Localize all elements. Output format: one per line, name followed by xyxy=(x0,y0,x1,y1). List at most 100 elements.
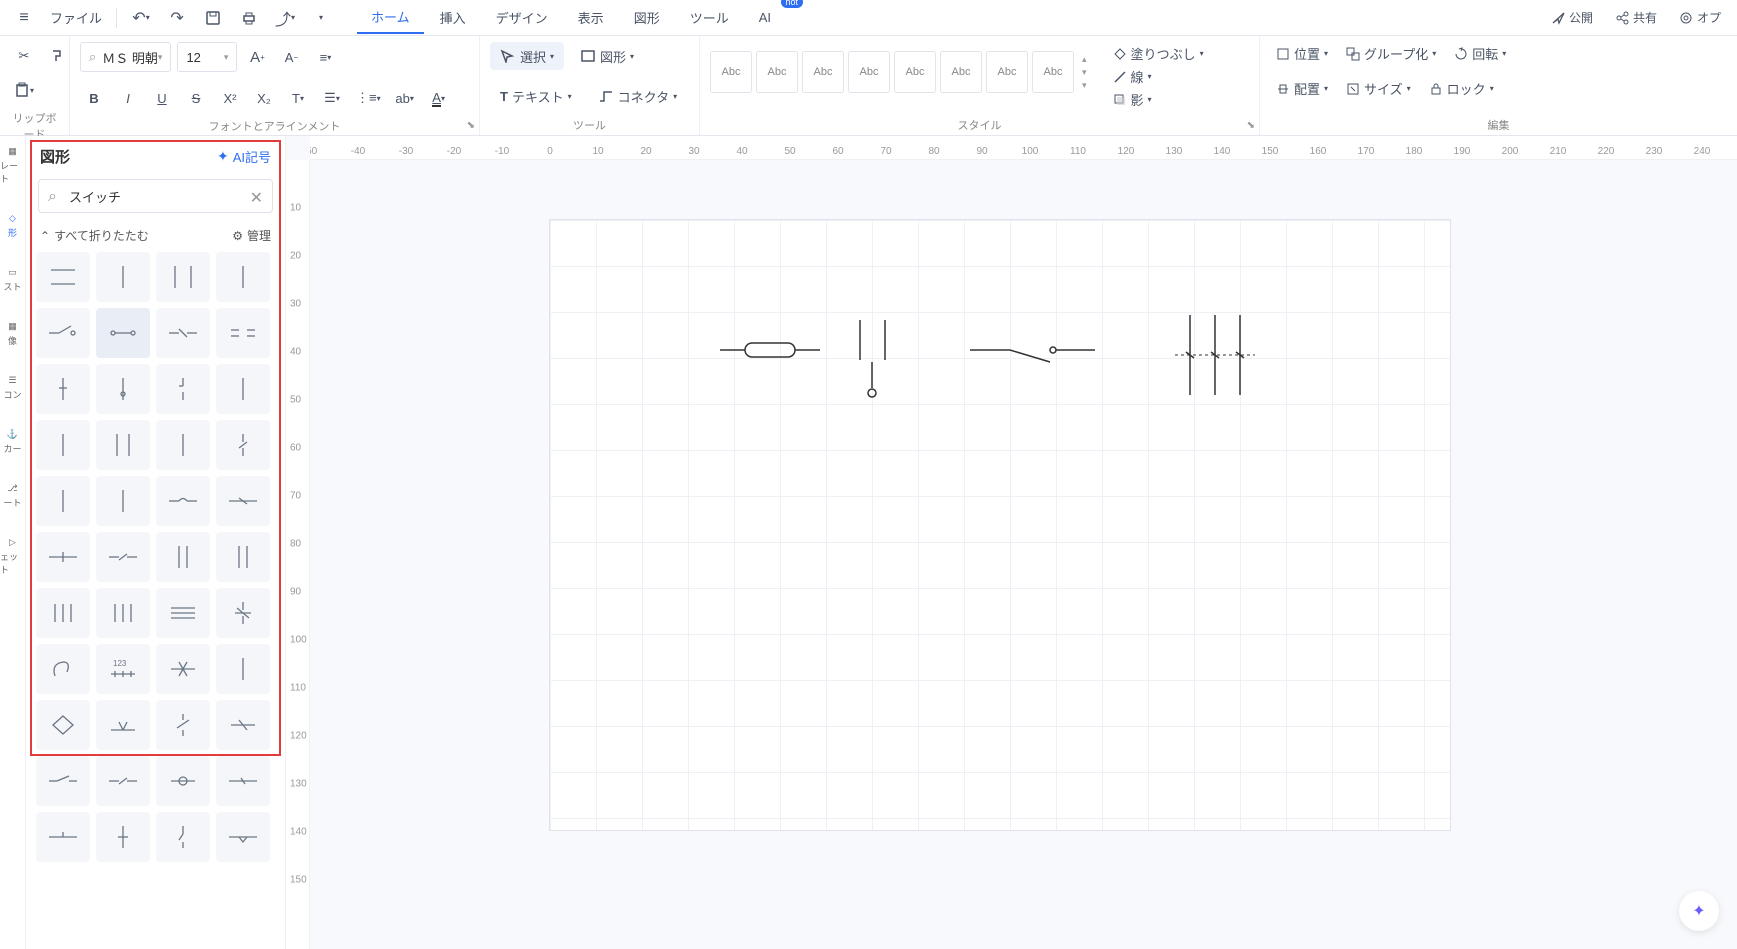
line-button[interactable]: 線 ▾ xyxy=(1107,65,1210,88)
shape-item[interactable] xyxy=(216,476,270,526)
style-preset-6[interactable]: Abc xyxy=(940,51,982,93)
superscript-button[interactable]: X² xyxy=(216,84,244,112)
manage-button[interactable]: ⚙ 管理 xyxy=(232,227,271,244)
tab-view[interactable]: 表示 xyxy=(564,2,618,33)
shape-item[interactable] xyxy=(156,532,210,582)
shape-item[interactable] xyxy=(156,476,210,526)
shadow-button[interactable]: 影 ▾ xyxy=(1107,88,1210,111)
size-button[interactable]: サイズ ▾ xyxy=(1340,77,1417,100)
tab-home[interactable]: ホーム xyxy=(357,1,424,34)
shape-item[interactable] xyxy=(96,420,150,470)
strikethrough-button[interactable]: S xyxy=(182,84,210,112)
style-preset-2[interactable]: Abc xyxy=(756,51,798,93)
canvas-shape-3pole[interactable] xyxy=(1175,315,1255,395)
shape-item[interactable] xyxy=(36,532,90,582)
shape-item[interactable] xyxy=(156,420,210,470)
shape-item[interactable] xyxy=(156,756,210,806)
shape-item[interactable] xyxy=(36,308,90,358)
font-color-button[interactable]: A▾ xyxy=(425,84,453,112)
group-button[interactable]: グループ化 ▾ xyxy=(1340,42,1442,65)
shape-item[interactable] xyxy=(36,420,90,470)
align-button2[interactable]: 配置 ▾ xyxy=(1270,77,1334,100)
iconstrip-anchor[interactable]: ⚓カー xyxy=(3,425,21,459)
shape-item[interactable] xyxy=(96,812,150,862)
iconstrip-text[interactable]: ▭スト xyxy=(3,263,21,297)
canvas-shape-contact[interactable] xyxy=(860,320,885,397)
shape-item[interactable] xyxy=(96,588,150,638)
more-button[interactable]: ▾ xyxy=(305,4,337,32)
clear-search-icon[interactable]: ✕ xyxy=(250,188,263,208)
ai-symbol-button[interactable]: ✦AI記号 xyxy=(217,147,271,166)
shape-item[interactable] xyxy=(156,644,210,694)
share-button[interactable]: 共有 xyxy=(1607,5,1665,30)
style-preset-7[interactable]: Abc xyxy=(986,51,1028,93)
canvas-shape-fuse[interactable] xyxy=(720,343,820,357)
export-button[interactable]: ⤴ ▾ xyxy=(269,4,301,32)
iconstrip-icon[interactable]: ☰コン xyxy=(3,371,21,405)
shape-item[interactable] xyxy=(96,252,150,302)
style-scroll-down-icon[interactable]: ▾ xyxy=(1082,67,1087,78)
style-preset-4[interactable]: Abc xyxy=(848,51,890,93)
shape-item[interactable] xyxy=(36,476,90,526)
collapse-all-button[interactable]: ⌃ すべて折りたたむ xyxy=(40,227,149,244)
rotate-button[interactable]: 回転 ▾ xyxy=(1448,42,1512,65)
iconstrip-shape[interactable]: ◇形 xyxy=(8,209,17,243)
shape-search-input[interactable] xyxy=(38,179,273,213)
tab-design[interactable]: デザイン xyxy=(482,2,562,33)
style-preset-1[interactable]: Abc xyxy=(710,51,752,93)
list-button[interactable]: ⋮≡▾ xyxy=(352,84,385,112)
connector-tool[interactable]: コネクタ ▾ xyxy=(588,82,688,110)
shape-item[interactable] xyxy=(36,812,90,862)
fill-button[interactable]: 塗りつぶし ▾ xyxy=(1107,42,1210,65)
redo-button[interactable]: ↷ xyxy=(161,4,193,32)
tab-shapes[interactable]: 図形 xyxy=(620,2,674,33)
shape-item[interactable] xyxy=(216,700,270,750)
shape-item[interactable] xyxy=(216,812,270,862)
shape-item[interactable] xyxy=(96,476,150,526)
format-painter-button[interactable] xyxy=(44,42,72,70)
shape-item[interactable]: 123 xyxy=(96,644,150,694)
shape-item[interactable] xyxy=(36,756,90,806)
iconstrip-template[interactable]: ▦レート xyxy=(0,142,25,189)
shape-item[interactable] xyxy=(216,756,270,806)
shape-item[interactable] xyxy=(156,588,210,638)
decrease-font-button[interactable]: A− xyxy=(277,43,305,71)
shape-item[interactable] xyxy=(36,588,90,638)
shape-item[interactable] xyxy=(216,252,270,302)
font-size-select[interactable]: 12▾ xyxy=(177,42,237,72)
shape-item[interactable] xyxy=(36,700,90,750)
shape-item[interactable] xyxy=(216,644,270,694)
shape-item[interactable] xyxy=(156,700,210,750)
lock-button[interactable]: ロック ▾ xyxy=(1423,77,1500,100)
file-menu[interactable]: ファイル xyxy=(44,8,108,27)
underline-button[interactable]: U xyxy=(148,84,176,112)
iconstrip-sheet[interactable]: ⎇ート xyxy=(3,479,21,513)
menu-icon[interactable]: ≡ xyxy=(8,4,40,32)
page[interactable] xyxy=(550,220,1450,830)
style-preset-8[interactable]: Abc xyxy=(1032,51,1074,93)
vertical-text-button[interactable]: T ▾ xyxy=(284,84,312,112)
increase-font-button[interactable]: A+ xyxy=(243,43,271,71)
shape-item[interactable] xyxy=(96,700,150,750)
ai-fab-button[interactable]: ✦ xyxy=(1679,891,1719,931)
style-scroll-up-icon[interactable]: ▴ xyxy=(1082,54,1087,65)
shape-item[interactable] xyxy=(96,364,150,414)
shape-item[interactable] xyxy=(156,308,210,358)
canvas[interactable] xyxy=(310,160,1737,949)
bold-button[interactable]: B xyxy=(80,84,108,112)
iconstrip-image[interactable]: ▦像 xyxy=(8,317,17,351)
shape-item[interactable] xyxy=(36,644,90,694)
select-tool[interactable]: 選択 ▾ xyxy=(490,42,564,70)
text-case-button[interactable]: ab▾ xyxy=(391,84,419,112)
style-launcher-icon[interactable]: ⬊ xyxy=(1247,120,1255,131)
align-button[interactable]: ≡▾ xyxy=(311,43,339,71)
cut-button[interactable]: ✂ xyxy=(10,42,38,70)
font-family-select[interactable]: ⌕ＭＳ 明朝▾ xyxy=(80,42,171,72)
shape-item[interactable] xyxy=(156,812,210,862)
shape-item[interactable] xyxy=(156,364,210,414)
line-spacing-button[interactable]: ☰▾ xyxy=(318,84,346,112)
canvas-shape-switch[interactable] xyxy=(970,347,1095,362)
shape-item[interactable] xyxy=(96,532,150,582)
tab-insert[interactable]: 挿入 xyxy=(426,2,480,33)
italic-button[interactable]: I xyxy=(114,84,142,112)
